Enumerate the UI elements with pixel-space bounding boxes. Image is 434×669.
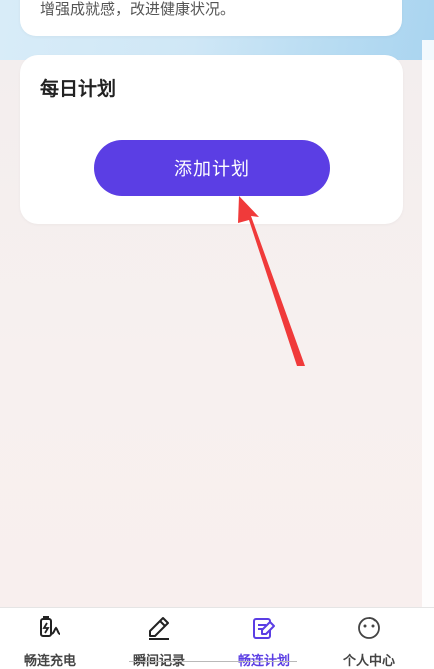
pencil-icon — [149, 617, 169, 640]
add-plan-button[interactable]: 添加计划 — [94, 140, 330, 196]
tab-charging[interactable]: 畅连充电 — [5, 614, 95, 669]
tab-charging-label: 畅连充电 — [23, 654, 76, 669]
tab-bar-home-indicator — [129, 661, 297, 662]
tab-personal-center[interactable]: 个人中心 — [324, 614, 414, 669]
bottom-tab-bar: 畅连充电 瞬间记录 畅连计划 个人中心 — [0, 607, 434, 669]
smiley-face-icon — [358, 617, 380, 639]
intro-text: 增强成就感，改进健康状况。 — [40, 0, 236, 18]
tab-moment-record-label: 瞬间记录 — [132, 654, 185, 669]
daily-plan-card: 每日计划 添加计划 — [20, 55, 403, 224]
charger-icon — [40, 616, 61, 637]
tab-plan-label: 畅连计划 — [237, 654, 290, 669]
tab-personal-center-label: 个人中心 — [342, 654, 395, 669]
edit-note-icon — [253, 618, 275, 639]
daily-plan-title: 每日计划 — [40, 78, 117, 100]
scroll-edge — [422, 40, 434, 610]
